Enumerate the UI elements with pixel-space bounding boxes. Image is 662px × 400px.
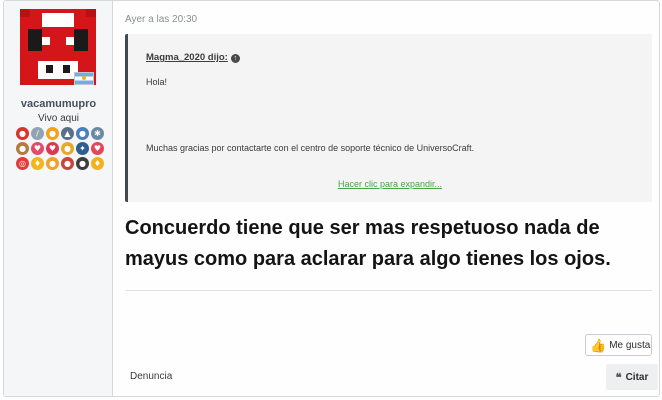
user-info-panel: vacamumupro Vivo aqui ● / ● ▲ ● ✱ ● ♥ ♥ ● ✦ ♥ ◎ ♦ ● ● ● ♦ (4, 1, 113, 396)
rocket-badge-icon[interactable]: ▲ (61, 127, 74, 140)
username[interactable]: vacamumupro (4, 98, 113, 110)
cow-horn-right (86, 9, 96, 17)
trophy-badge-icon[interactable]: ● (16, 127, 29, 140)
cow-snout (38, 61, 78, 79)
quote-author-link[interactable]: Magma_2020 dijo: ↑ (146, 52, 240, 63)
cow-eye-right (74, 29, 88, 51)
arrow-up-circle-icon[interactable]: ↑ (230, 54, 240, 63)
like-button[interactable]: 👍 Me gusta (585, 334, 652, 356)
quote-marks-icon: ❝ (615, 370, 622, 384)
badge-list: ● / ● ▲ ● ✱ ● ♥ ♥ ● ✦ ♥ ◎ ♦ ● ● ● ♦ (12, 127, 108, 170)
post-footer: Denuncia ❝ Citar (113, 361, 659, 396)
quote-author-name: Magma_2020 dijo: (146, 52, 228, 63)
quote-label: Citar (625, 371, 649, 383)
cow-eye-left (28, 29, 42, 51)
sword-badge-icon[interactable]: / (31, 127, 44, 140)
user-title: Vivo aqui (38, 113, 79, 124)
ribbon-red-badge-icon[interactable]: ● (61, 157, 74, 170)
thumbs-up-icon: 👍 (590, 337, 607, 353)
forum-post: vacamumupro Vivo aqui ● / ● ▲ ● ✱ ● ♥ ♥ ● ✦ ♥ ◎ ♦ ● ● ● ♦… (3, 0, 660, 397)
quote-block: Magma_2020 dijo: ↑ Hola! Muchas gracias p… (125, 34, 652, 202)
quote-button[interactable]: ❝ Citar (606, 364, 658, 390)
heart-arrow-badge-icon[interactable]: ♥ (31, 142, 44, 155)
quote-text-line: Hola! (146, 77, 168, 87)
divider (125, 290, 652, 291)
heart-badge-icon[interactable]: ♥ (46, 142, 59, 155)
cow-face-white (42, 13, 74, 27)
argentina-flag-icon (74, 72, 94, 85)
medal-gold-badge-icon[interactable]: ● (61, 142, 74, 155)
chat-heart-badge-icon[interactable]: ♥ (91, 142, 104, 155)
cow-eye-left-white (42, 37, 50, 45)
like-label: Me gusta (609, 339, 651, 351)
cow-horn-left (20, 9, 30, 17)
post-message: Concuerdo tiene que ser mas respetuoso n… (125, 217, 611, 270)
post-timestamp[interactable]: Ayer a las 20:30 (125, 14, 197, 25)
report-link[interactable]: Denuncia (130, 371, 172, 382)
person-badge-icon[interactable]: ● (76, 127, 89, 140)
cow-eye-right-white (66, 37, 74, 45)
ribbon-badge-icon[interactable]: ● (46, 157, 59, 170)
gear-badge-icon[interactable]: ✱ (91, 127, 104, 140)
cow-nostril-right (63, 65, 70, 73)
group-badge-icon[interactable]: ● (16, 142, 29, 155)
trophy-small-badge-icon[interactable]: ♦ (31, 157, 44, 170)
target-badge-icon[interactable]: ◎ (16, 157, 29, 170)
cow-nostril-left (46, 65, 53, 73)
expand-quote-link[interactable]: Hacer clic para expandir... (128, 179, 652, 189)
medal-badge-icon[interactable]: ● (46, 127, 59, 140)
ribbon-dark-badge-icon[interactable]: ● (76, 157, 89, 170)
compass-badge-icon[interactable]: ✦ (76, 142, 89, 155)
cup-badge-icon[interactable]: ♦ (91, 157, 104, 170)
quote-text-line: Muchas gracias por contactarte con el ce… (146, 143, 475, 153)
